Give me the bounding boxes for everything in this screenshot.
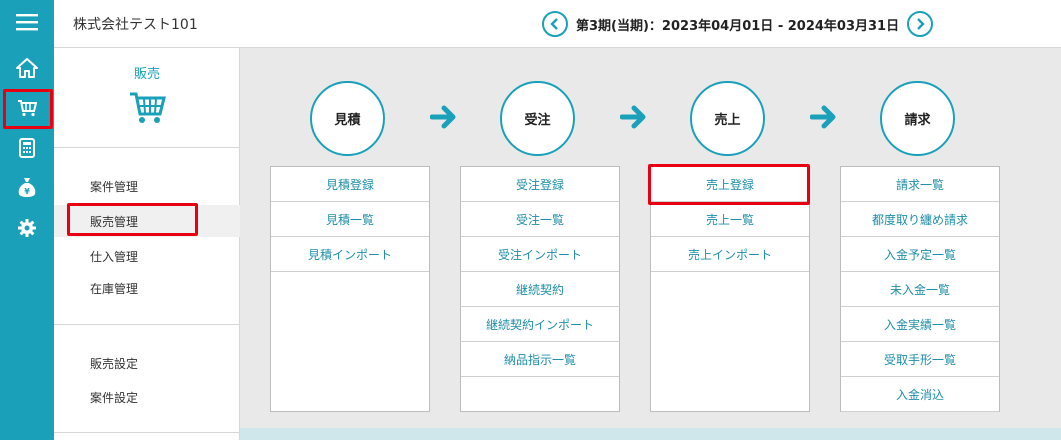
step-billing: 請求 [880, 81, 955, 156]
step-label: 売上 [714, 113, 741, 128]
step-sales: 売上 [690, 81, 765, 156]
section-title: 販売 [133, 67, 160, 82]
menu-item-sales-settings[interactable]: 販売設定 [54, 347, 240, 379]
icon-rail: ¥ [0, 0, 54, 440]
billing-menu-list: 請求一覧 都度取り纏め請求 入金予定一覧 未入金一覧 入金実績一覧 受取手形一覧… [840, 166, 1000, 412]
divider [54, 324, 240, 325]
cart-icon [128, 88, 166, 130]
link-order-register[interactable]: 受注登録 [461, 167, 619, 202]
step-label: 受注 [524, 113, 551, 128]
divider [54, 432, 240, 433]
arrow-right-icon [430, 105, 456, 129]
main-bottom-strip [240, 428, 1061, 440]
main-content: 見積 受注 売上 請求 見積登録 見積一覧 見積インポート 受注登録 受注一覧 … [240, 48, 1061, 440]
prev-period-button[interactable] [542, 11, 568, 37]
calculator-icon[interactable] [0, 128, 54, 168]
sales-register-highlight-box [648, 164, 810, 205]
menu-item-label: 案件設定 [90, 390, 139, 405]
period-selector: 第3期(当期)：2023年04月01日 - 2024年03月31日 [542, 11, 934, 37]
link-order-list[interactable]: 受注一覧 [461, 202, 619, 237]
gear-icon[interactable] [0, 208, 54, 248]
link-estimate-register[interactable]: 見積登録 [271, 167, 429, 202]
link-delivery-instruction-list[interactable]: 納品指示一覧 [461, 342, 619, 377]
menu-item-project-settings[interactable]: 案件設定 [54, 381, 240, 413]
fiscal-period: 第3期(当期)：2023年04月01日 - 2024年03月31日 [576, 18, 900, 34]
link-payment-record-list[interactable]: 入金実績一覧 [841, 307, 999, 342]
menu-icon[interactable] [0, 2, 54, 42]
sales-management-highlight-box [67, 203, 198, 236]
menu-item-label: 販売設定 [90, 356, 139, 371]
menu-item-purchase[interactable]: 仕入管理 [54, 240, 240, 272]
order-menu-list: 受注登録 受注一覧 受注インポート 継続契約 継続契約インポート 納品指示一覧 [460, 166, 620, 412]
link-estimate-list[interactable]: 見積一覧 [271, 202, 429, 237]
link-recurring-contract[interactable]: 継続契約 [461, 272, 619, 307]
step-label: 見積 [334, 113, 361, 128]
menu-item-label: 在庫管理 [90, 281, 139, 296]
next-period-button[interactable] [907, 11, 934, 37]
link-consolidated-invoice[interactable]: 都度取り纏め請求 [841, 202, 999, 237]
step-label: 請求 [904, 113, 931, 128]
link-sales-import[interactable]: 売上インポート [651, 237, 809, 272]
step-estimate: 見積 [310, 81, 385, 156]
company-name: 株式会社テスト101 [73, 17, 198, 33]
divider [54, 147, 240, 148]
chevron-left-icon [550, 18, 558, 30]
menu-item-label: 案件管理 [90, 179, 139, 194]
link-invoice-list[interactable]: 請求一覧 [841, 167, 999, 202]
link-unpaid-list[interactable]: 未入金一覧 [841, 272, 999, 307]
link-recurring-contract-import[interactable]: 継続契約インポート [461, 307, 619, 342]
link-order-import[interactable]: 受注インポート [461, 237, 619, 272]
cart-highlight-box [3, 89, 53, 129]
link-estimate-import[interactable]: 見積インポート [271, 237, 429, 272]
link-sales-list[interactable]: 売上一覧 [651, 202, 809, 237]
estimate-menu-list: 見積登録 見積一覧 見積インポート [270, 166, 430, 412]
arrow-right-icon [620, 105, 646, 129]
money-bag-icon[interactable]: ¥ [0, 168, 54, 208]
menu-item-project[interactable]: 案件管理 [54, 170, 240, 202]
link-notes-receivable-list[interactable]: 受取手形一覧 [841, 342, 999, 377]
link-payment-reconciliation[interactable]: 入金消込 [841, 377, 999, 412]
home-icon[interactable] [0, 48, 54, 88]
top-header: 株式会社テスト101 第3期(当期)：2023年04月01日 - 2024年03… [54, 0, 1061, 48]
link-payment-schedule-list[interactable]: 入金予定一覧 [841, 237, 999, 272]
sales-sidebar: 販売 案件管理 販売管理 仕入管理 在庫管理 販売設定 案件設定 [54, 48, 240, 440]
menu-item-inventory[interactable]: 在庫管理 [54, 272, 240, 304]
menu-item-label: 仕入管理 [90, 249, 139, 264]
step-order: 受注 [500, 81, 575, 156]
arrow-right-icon [810, 105, 836, 129]
chevron-right-icon [917, 18, 925, 30]
svg-text:¥: ¥ [24, 187, 30, 196]
